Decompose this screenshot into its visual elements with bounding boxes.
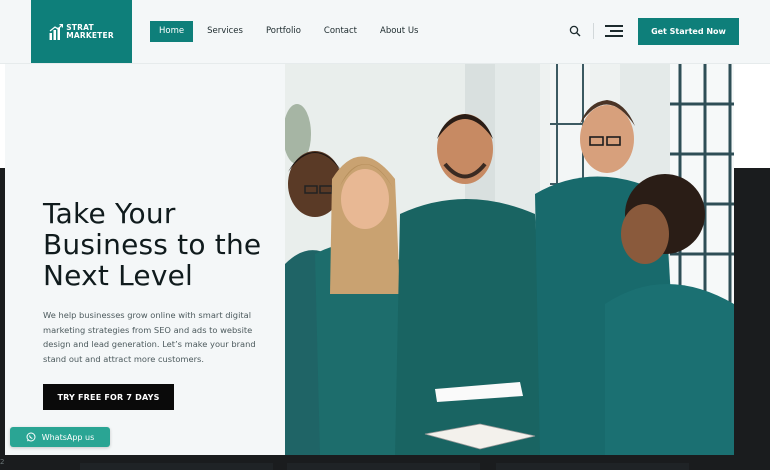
whatsapp-label: WhatsApp us [41,432,95,442]
get-started-button[interactable]: Get Started Now [638,18,739,45]
search-icon[interactable] [569,25,581,37]
nav-item-portfolio[interactable]: Portfolio [266,21,301,42]
brand-name-line2: MARKETER [66,30,114,40]
team-photo [285,64,734,455]
whatsapp-icon [26,432,36,442]
next-section-preview-3 [496,463,689,470]
hero-title-line-2: Business to the [43,228,262,261]
brand-logo[interactable]: STRAT MARKETER [31,0,132,63]
hero-title: Take Your Business to the Next Level [43,198,283,291]
hero-title-line-3: Next Level [43,259,194,292]
hero-title-line-1: Take Your [43,197,176,230]
bar-chart-arrow-icon [49,23,64,40]
hero-description: We help businesses grow online with smar… [43,310,256,364]
hamburger-menu-icon[interactable] [605,25,623,37]
nav-item-services[interactable]: Services [207,21,243,42]
nav-item-contact[interactable]: Contact [324,21,357,42]
next-section-preview-2 [287,463,480,470]
header-divider [593,23,594,39]
corner-indicator: 2 [0,458,5,466]
try-free-button[interactable]: TRY FREE FOR 7 DAYS [43,384,174,410]
main-nav: Home Services Portfolio Contact About Us [150,21,441,42]
site-header: STRAT MARKETER Home Services Portfolio C… [0,0,770,64]
brand-name: STRAT MARKETER [66,23,114,40]
next-section-preview-1 [80,463,273,470]
whatsapp-button[interactable]: WhatsApp us [10,427,110,447]
nav-item-home[interactable]: Home [150,21,194,42]
nav-item-about-us[interactable]: About Us [380,21,418,42]
